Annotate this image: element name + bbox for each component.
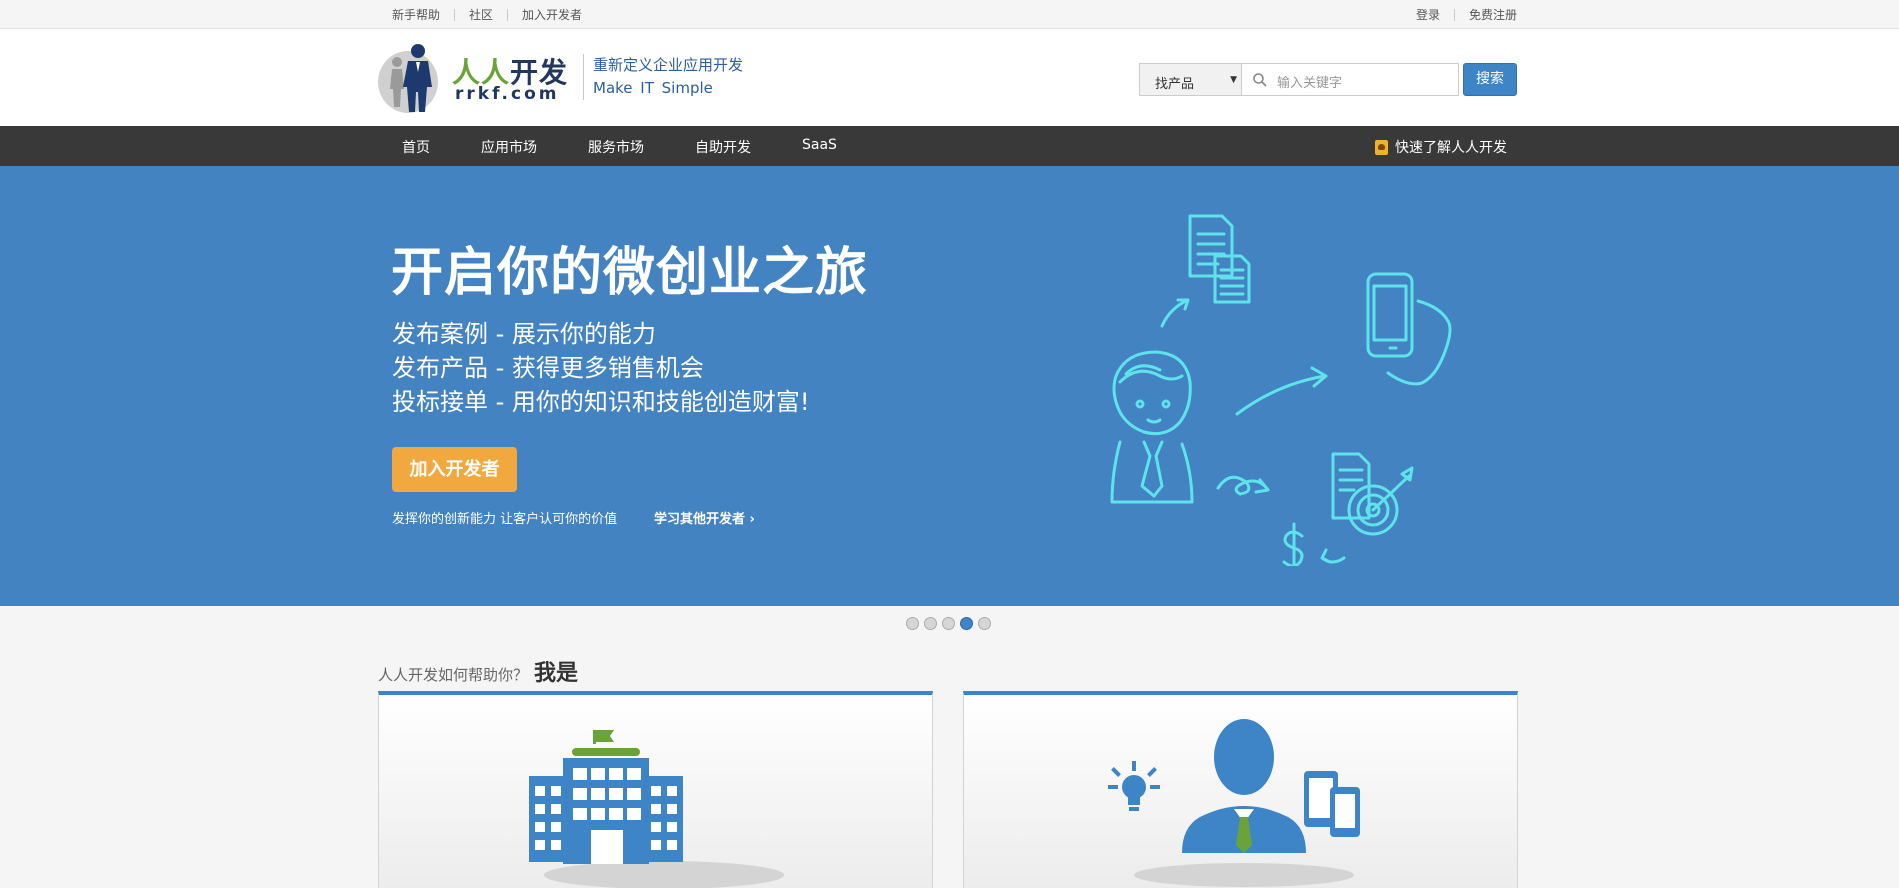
learn-other-developers-link[interactable]: 学习其他开发者 › — [654, 508, 755, 527]
nav-item-app-market[interactable]: 应用市场 — [481, 137, 537, 157]
search-category-value: 找产品 — [1155, 77, 1195, 92]
join-developer-button[interactable]: 加入开发者 — [392, 447, 517, 492]
building-icon — [529, 730, 784, 888]
search-button[interactable]: 搜索 — [1463, 63, 1517, 96]
section-heading: 人人开发如何帮助你？ 我是 — [378, 655, 578, 687]
banner-line: 发布产品 - 获得更多销售机会 — [392, 354, 704, 382]
carousel-indicators — [906, 617, 996, 630]
search-icon — [1253, 73, 1267, 87]
divider — [454, 8, 456, 21]
join-developer-link[interactable]: 加入开发者 — [522, 6, 582, 23]
nav-item-saas[interactable]: SaaS — [802, 137, 837, 153]
developer-icon — [1108, 719, 1360, 887]
slogan-line1: 重新定义企业应用开发 — [593, 56, 744, 74]
nav-item-self-dev[interactable]: 自助开发 — [695, 137, 751, 157]
top-utility-bar: 新手帮助 社区 加入开发者 登录 免费注册 — [0, 0, 1899, 29]
quick-intro-label: 快速了解人人开发 — [1395, 140, 1507, 156]
logo-person-icon[interactable] — [378, 42, 448, 114]
nav-item-service-market[interactable]: 服务市场 — [588, 137, 644, 157]
hero-banner: 开启你的微创业之旅 发布案例 - 展示你的能力 发布产品 - 获得更多销售机会 … — [0, 166, 1899, 606]
divider — [507, 8, 509, 21]
quick-intro-link[interactable]: 快速了解人人开发 — [1375, 137, 1507, 157]
dropdown-caret-icon: ▼ — [1230, 75, 1237, 85]
divider — [583, 54, 584, 100]
section-question: 人人开发如何帮助你？ — [378, 666, 529, 684]
community-link[interactable]: 社区 — [469, 6, 493, 23]
carousel-dot-active[interactable] — [960, 617, 973, 630]
slogan-line2: Make IT Simple — [593, 79, 713, 97]
search-placeholder: 输入关键字 — [1277, 76, 1343, 91]
register-link[interactable]: 免费注册 — [1469, 6, 1517, 23]
top-right-links: 登录 免费注册 — [1416, 6, 1517, 23]
carousel-dot[interactable] — [924, 617, 937, 630]
carousel-dot[interactable] — [942, 617, 955, 630]
role-card-developer[interactable] — [963, 691, 1518, 888]
search-category-select[interactable]: 找产品 ▼ — [1139, 63, 1241, 96]
nav-item-home[interactable]: 首页 — [402, 137, 430, 157]
main-nav: 首页 应用市场 服务市场 自助开发 SaaS 快速了解人人开发 — [0, 126, 1899, 166]
role-card-enterprise[interactable] — [378, 691, 933, 888]
carousel-dot[interactable] — [978, 617, 991, 630]
banner-line: 发布案例 - 展示你的能力 — [392, 320, 656, 348]
login-link[interactable]: 登录 — [1416, 6, 1440, 23]
banner-line: 投标接单 - 用你的知识和技能创造财富! — [392, 388, 810, 416]
guide-icon — [1375, 139, 1388, 155]
section-emphasis: 我是 — [534, 661, 579, 686]
search-input[interactable]: 输入关键字 — [1241, 63, 1459, 96]
banner-tagline: 发挥你的创新能力 让客户认可你的价值 — [392, 512, 618, 527]
site-header: 人人开发 rrkf.com 重新定义企业应用开发 Make IT Simple … — [0, 29, 1899, 126]
search-bar: 找产品 ▼ 输入关键字 搜索 — [1139, 63, 1517, 96]
divider — [1453, 8, 1455, 21]
developer-journey-illustration — [1110, 214, 1452, 566]
brand-domain: rrkf.com — [455, 84, 560, 104]
help-link[interactable]: 新手帮助 — [392, 6, 440, 23]
carousel-dot[interactable] — [906, 617, 919, 630]
top-left-links: 新手帮助 社区 加入开发者 — [392, 6, 582, 23]
banner-title: 开启你的微创业之旅 — [391, 243, 869, 303]
